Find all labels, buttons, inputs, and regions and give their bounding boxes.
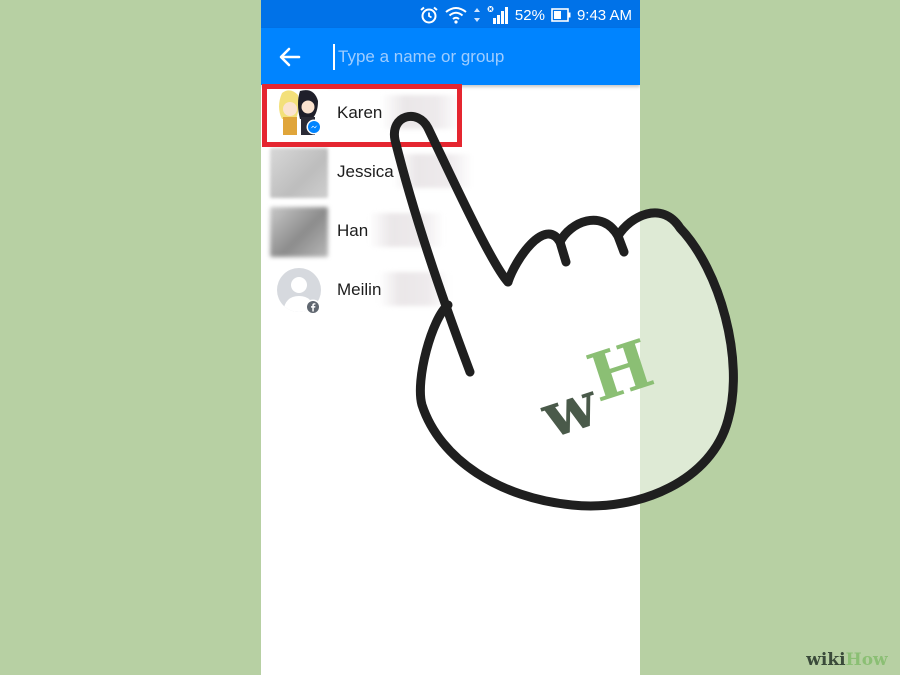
contact-meilin[interactable]: Meilin: [261, 262, 640, 321]
avatar: [270, 207, 328, 257]
contact-jessica[interactable]: Jessica: [261, 144, 640, 203]
redacted-surname: [379, 272, 449, 306]
avatar: [270, 89, 328, 139]
badge-how: How: [845, 650, 888, 670]
battery-icon: [551, 8, 571, 22]
search-bar: [261, 28, 640, 85]
battery-percent: 52%: [514, 6, 545, 24]
facebook-badge-icon: [305, 299, 321, 315]
data-arrows-icon: [473, 8, 480, 22]
clock: 9:43 AM: [576, 6, 632, 24]
contact-name: Han: [337, 221, 369, 240]
avatar: [270, 148, 328, 198]
contact-list: Karen Jessica Han Meilin: [261, 85, 640, 321]
contact-name: Meilin: [337, 280, 382, 299]
alarm-icon: [420, 6, 438, 24]
messenger-badge-icon: [306, 119, 322, 135]
badge-wiki: wiki: [806, 650, 846, 670]
wifi-icon: [445, 7, 467, 24]
redacted-surname: [369, 213, 444, 247]
search-input[interactable]: [333, 44, 628, 70]
redacted-surname: [381, 95, 461, 129]
wikihow-badge: wiki How: [794, 645, 900, 675]
redacted-surname: [393, 154, 473, 188]
contact-han[interactable]: Han: [261, 203, 640, 262]
contact-karen[interactable]: Karen: [261, 85, 640, 144]
status-bar: 52% 9:43 AM: [261, 0, 640, 28]
phone-screen: 52% 9:43 AM Type a name or group Karen J…: [261, 0, 640, 675]
contact-name: Jessica: [337, 162, 394, 181]
signal-icon: [487, 6, 508, 24]
contact-name: Karen: [337, 103, 383, 122]
back-arrow-icon[interactable]: [275, 42, 305, 72]
